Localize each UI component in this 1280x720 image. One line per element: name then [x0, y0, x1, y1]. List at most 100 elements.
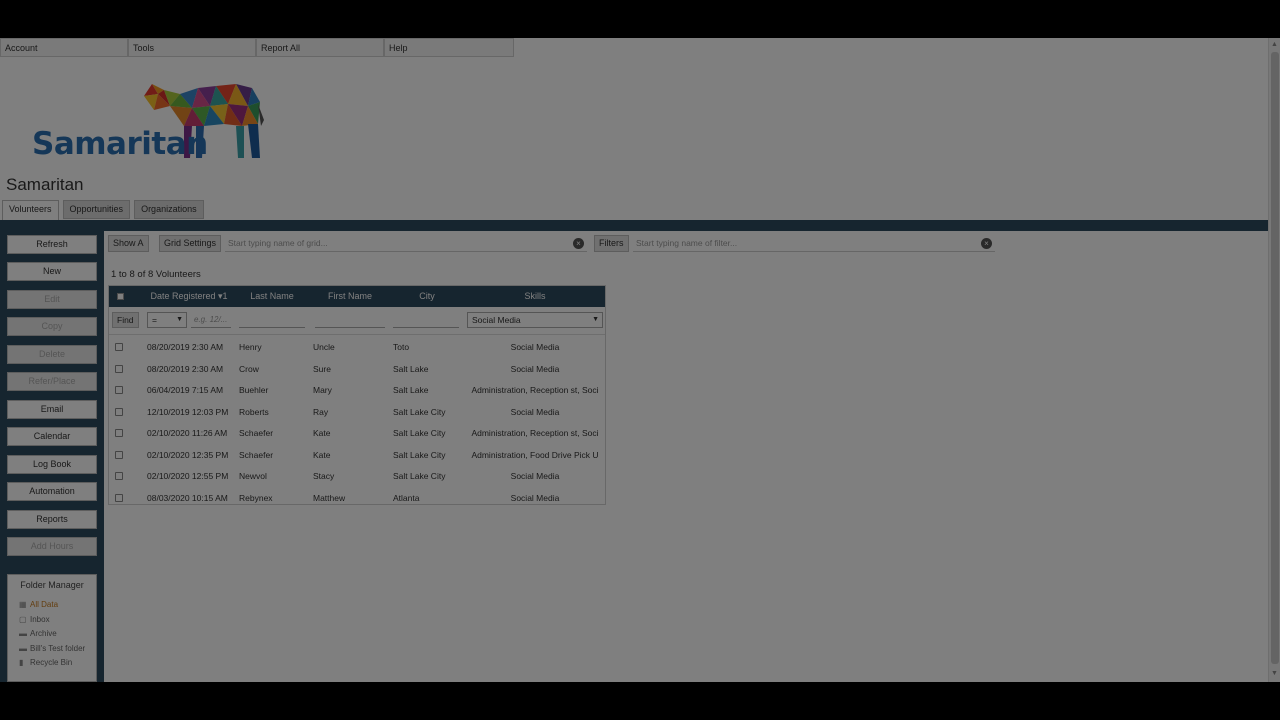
edit-button[interactable]: Edit — [7, 290, 97, 309]
table-cell: Stacy — [313, 471, 335, 481]
refresh-button[interactable]: Refresh — [7, 235, 97, 254]
table-cell: 02/10/2020 11:26 AM — [147, 428, 228, 438]
tab-volunteers[interactable]: Volunteers — [2, 200, 59, 220]
table-row[interactable]: 08/03/2020 10:15 AM Rebynex Matthew Atlanta… — [109, 488, 605, 510]
automation-button[interactable]: Automation — [7, 482, 97, 501]
table-cell: Henry — [239, 342, 262, 352]
col-city[interactable]: City — [391, 286, 463, 307]
tab-opportunities[interactable]: Opportunities — [62, 200, 131, 219]
page-scrollbar[interactable]: ▲ ▼ — [1268, 38, 1280, 682]
last-name-filter-input[interactable] — [239, 312, 305, 328]
table-cell: 08/20/2019 2:30 AM — [147, 363, 224, 374]
table-cell: Salt Lake — [393, 363, 429, 374]
operator-select[interactable]: = ▼ — [147, 312, 187, 328]
volunteers-grid: Date Registered ▾1 Last Name First Name … — [108, 285, 606, 505]
calendar-button[interactable]: Calendar — [7, 427, 97, 446]
table-cell: Schaefer — [239, 449, 274, 460]
skills-filter-select[interactable]: Social Media ▼ — [467, 312, 603, 328]
table-cell: Buehler — [239, 385, 269, 395]
scrollbar-thumb[interactable] — [1271, 52, 1279, 664]
clear-icon[interactable]: × — [573, 238, 584, 249]
menu-report-all[interactable]: Report All — [256, 38, 384, 57]
row-checkbox[interactable] — [115, 343, 123, 351]
table-cell: Ray — [313, 406, 329, 417]
row-checkbox[interactable] — [115, 407, 123, 416]
log-book-button[interactable]: Log Book — [7, 455, 97, 474]
row-checkbox[interactable] — [115, 429, 123, 437]
menu-help[interactable]: Help — [384, 38, 514, 57]
delete-button[interactable]: Delete — [7, 345, 97, 364]
table-row[interactable]: 08/20/2019 2:30 AM Henry Uncle Toto Social M… — [109, 337, 605, 359]
tab-underline-bar — [0, 220, 1270, 231]
tab-organizations[interactable]: Organizations — [134, 200, 204, 219]
refer-place-button[interactable]: Refer/Place — [7, 372, 97, 391]
table-row[interactable]: 02/10/2020 12:35 PM Schaefer Kate Salt Lake… — [109, 445, 605, 467]
table-row[interactable]: 12/10/2019 12:03 PM Roberts Ray Salt Lake C… — [109, 402, 605, 424]
sidebar: Refresh New Edit Copy Delete Refer/Place… — [0, 231, 104, 682]
row-checkbox[interactable] — [115, 472, 123, 480]
table-cell: Administration, Food Drive Pick U — [471, 449, 599, 460]
grid-name-input[interactable]: Start typing name of grid... — [225, 236, 587, 252]
folder-bills-test[interactable]: ▬ Bill's Test folder — [19, 642, 96, 657]
clear-icon[interactable]: × — [981, 238, 992, 249]
table-cell: Salt Lake City — [393, 406, 446, 417]
folder-recycle-bin[interactable]: ▮ Recycle Bin — [19, 656, 96, 671]
find-button[interactable]: Find — [112, 312, 139, 328]
table-cell: Salt Lake — [393, 385, 429, 395]
logo-wordmark: Samaritan — [32, 126, 208, 162]
date-filter-input[interactable]: e.g. 12/... — [191, 312, 231, 328]
scroll-up-icon[interactable]: ▲ — [1271, 41, 1278, 48]
col-skills[interactable]: Skills — [465, 286, 605, 307]
folder-inbox[interactable]: ▢ Inbox — [19, 613, 96, 628]
row-checkbox[interactable] — [115, 493, 123, 502]
filters-button[interactable]: Filters — [594, 235, 629, 252]
table-cell: Mary — [313, 385, 332, 395]
inbox-icon: ▢ — [19, 614, 27, 624]
reports-button[interactable]: Reports — [7, 510, 97, 529]
folder-manager-title: Folder Manager — [20, 580, 84, 590]
main-tabs: Volunteers Opportunities Organizations — [2, 200, 204, 220]
table-cell: 02/10/2020 12:55 PM — [147, 471, 229, 481]
scroll-down-icon[interactable]: ▼ — [1271, 670, 1278, 677]
row-checkbox[interactable] — [115, 450, 123, 459]
record-count: 1 to 8 of 8 Volunteers — [111, 269, 201, 280]
table-cell: Salt Lake City — [393, 428, 446, 438]
chevron-down-icon: ▼ — [592, 316, 599, 323]
table-cell: Sure — [313, 363, 331, 374]
grid-settings-button[interactable]: Grid Settings — [159, 235, 222, 252]
table-row[interactable]: 02/10/2020 12:55 PM Newvol Stacy Salt Lake … — [109, 466, 605, 488]
table-row[interactable]: 06/04/2019 7:15 AM Buehler Mary Salt Lake Ad… — [109, 380, 605, 402]
col-date-registered[interactable]: Date Registered ▾1 — [145, 286, 233, 307]
folder-all-data[interactable]: ▦ All Data — [19, 598, 96, 613]
menu-account[interactable]: Account — [0, 38, 128, 57]
row-checkbox[interactable] — [115, 364, 123, 373]
table-row[interactable]: 02/10/2020 11:26 AM Schaefer Kate Salt Lake… — [109, 423, 605, 445]
table-cell: Rebynex — [239, 492, 273, 503]
table-cell: Roberts — [239, 406, 269, 417]
menu-tools[interactable]: Tools — [128, 38, 256, 57]
table-cell: Toto — [393, 342, 410, 352]
table-cell: Social Media — [510, 342, 560, 352]
show-all-button[interactable]: Show A — [108, 235, 149, 252]
email-button[interactable]: Email — [7, 400, 97, 419]
city-filter-input[interactable] — [393, 312, 459, 328]
row-checkbox[interactable] — [115, 386, 123, 394]
new-button[interactable]: New — [7, 262, 97, 281]
folder-archive[interactable]: ▬ Archive — [19, 627, 96, 642]
table-cell: 08/20/2019 2:30 AM — [147, 342, 224, 352]
first-name-filter-input[interactable] — [315, 312, 385, 328]
table-cell: Schaefer — [239, 428, 274, 438]
table-cell: Social Media — [510, 363, 560, 374]
filter-name-input[interactable]: Start typing name of filter... — [633, 236, 995, 252]
col-last-name[interactable]: Last Name — [235, 286, 309, 307]
table-cell: 08/03/2020 10:15 AM — [147, 492, 228, 503]
copy-button[interactable]: Copy — [7, 317, 97, 336]
select-all-checkbox[interactable] — [117, 293, 124, 300]
col-first-name[interactable]: First Name — [311, 286, 389, 307]
folder-icon: ▬ — [19, 643, 27, 653]
table-row[interactable]: 08/20/2019 2:30 AM Crow Sure Salt Lake Socia… — [109, 359, 605, 381]
table-cell: Kate — [313, 428, 331, 438]
table-cell: Matthew — [313, 492, 346, 503]
add-hours-button[interactable]: Add Hours — [7, 537, 97, 556]
table-cell: Social Media — [510, 492, 560, 503]
